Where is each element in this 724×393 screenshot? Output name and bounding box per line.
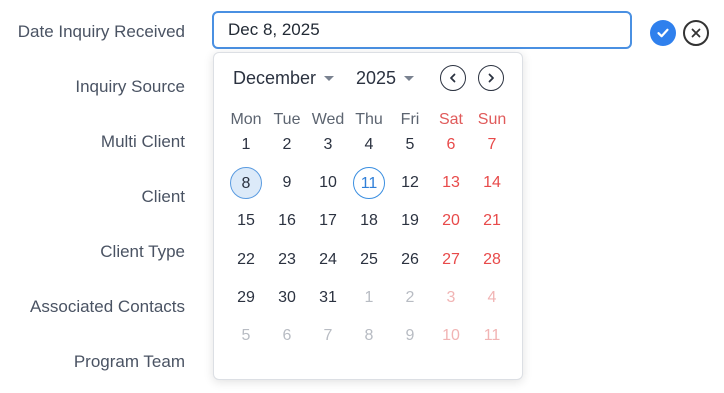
date-inquiry-received-input[interactable]: [212, 11, 632, 49]
month-select[interactable]: December: [233, 68, 335, 89]
calendar-day[interactable]: 9: [394, 320, 426, 352]
calendar-day[interactable]: 19: [394, 205, 426, 237]
chevron-right-icon: [488, 73, 494, 83]
weekday-fri: Fri: [400, 111, 420, 128]
calendar-day[interactable]: 28: [476, 244, 508, 276]
weekday-sun: Sun: [477, 111, 507, 128]
calendar-day[interactable]: 26: [394, 244, 426, 276]
calendar-day[interactable]: 25: [353, 244, 385, 276]
calendar-day[interactable]: 13: [435, 167, 467, 199]
calendar-day[interactable]: 2: [271, 129, 303, 161]
weekday-sat: Sat: [438, 111, 463, 128]
calendar-day[interactable]: 2: [394, 282, 426, 314]
calendar-day[interactable]: 5: [394, 129, 426, 161]
calendar-day[interactable]: 23: [271, 244, 303, 276]
calendar-day[interactable]: 8: [230, 167, 262, 200]
calendar-day[interactable]: 30: [271, 282, 303, 314]
calendar-day[interactable]: 17: [312, 205, 344, 237]
label-date-inquiry-received: Date Inquiry Received: [17, 22, 185, 41]
calendar-day[interactable]: 12: [394, 167, 426, 199]
calendar-day[interactable]: 14: [476, 167, 508, 199]
label-associated-contacts: Associated Contacts: [30, 297, 185, 316]
calendar-day[interactable]: 22: [230, 244, 262, 276]
label-multi-client: Multi Client: [100, 132, 185, 151]
label-inquiry-source: Inquiry Source: [75, 77, 185, 96]
calendar-day[interactable]: 31: [312, 282, 344, 314]
calendar-day[interactable]: 16: [271, 205, 303, 237]
calendar-day[interactable]: 1: [353, 282, 385, 314]
calendar-day[interactable]: 10: [312, 167, 344, 199]
weekday-header: Mon Tue Wed Thu Fri Sat Sun: [226, 111, 526, 131]
year-select[interactable]: 2025: [356, 68, 415, 89]
calendar-day[interactable]: 24: [312, 244, 344, 276]
calendar-day[interactable]: 21: [476, 205, 508, 237]
chevron-down-icon: [324, 76, 335, 81]
calendar-day[interactable]: 7: [312, 320, 344, 352]
calendar-day[interactable]: 7: [476, 129, 508, 161]
weekday-thu: Thu: [355, 111, 383, 128]
calendar-day[interactable]: 8: [353, 320, 385, 352]
calendar-day[interactable]: 15: [230, 205, 262, 237]
label-client-type: Client Type: [100, 242, 185, 261]
calendar-day[interactable]: 4: [353, 129, 385, 161]
date-picker-popup: December 2025 Mon Tue Wed Thu Fri Sat Su…: [213, 52, 523, 380]
weekday-wed: Wed: [311, 111, 345, 128]
calendar-day[interactable]: 6: [271, 320, 303, 352]
close-icon: [691, 28, 701, 38]
label-client: Client: [141, 187, 185, 206]
calendar-day[interactable]: 3: [312, 129, 344, 161]
next-month-button[interactable]: [478, 65, 504, 91]
calendar-day[interactable]: 18: [353, 205, 385, 237]
calendar-day[interactable]: 6: [435, 129, 467, 161]
calendar-day[interactable]: 3: [435, 282, 467, 314]
confirm-button[interactable]: [650, 20, 676, 46]
calendar-day[interactable]: 10: [435, 320, 467, 352]
calendar-day[interactable]: 1: [230, 129, 262, 161]
calendar-day[interactable]: 29: [230, 282, 262, 314]
month-label: December: [233, 68, 317, 88]
calendar-day[interactable]: 20: [435, 205, 467, 237]
calendar-day[interactable]: 4: [476, 282, 508, 314]
calendar-day[interactable]: 27: [435, 244, 467, 276]
calendar-day[interactable]: 11: [476, 320, 508, 352]
cancel-button[interactable]: [683, 20, 709, 46]
year-label: 2025: [356, 68, 397, 88]
calendar-day[interactable]: 9: [271, 167, 303, 199]
check-icon: [657, 28, 669, 38]
weekday-tue: Tue: [273, 111, 301, 128]
chevron-left-icon: [450, 73, 456, 83]
previous-month-button[interactable]: [440, 65, 466, 91]
weekday-mon: Mon: [230, 111, 262, 128]
label-program-team: Program Team: [73, 352, 185, 371]
calendar-day[interactable]: 11: [353, 167, 385, 200]
chevron-down-icon: [404, 76, 415, 81]
calendar-day[interactable]: 5: [230, 320, 262, 352]
calendar-header: December 2025: [214, 65, 522, 95]
